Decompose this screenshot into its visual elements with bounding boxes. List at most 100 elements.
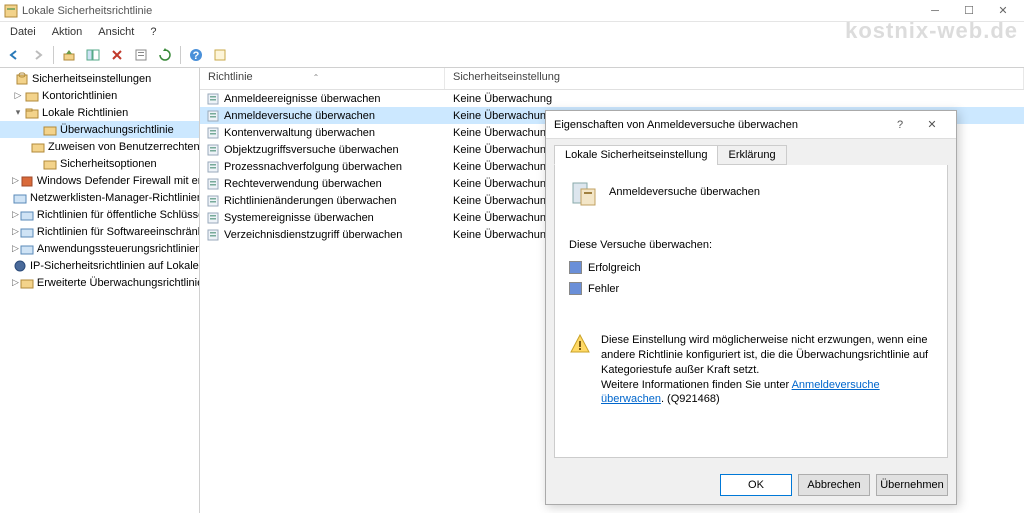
tree-label: Windows Defender Firewall mit erweit — [37, 175, 200, 187]
sort-indicator-icon: ⌃ — [313, 73, 320, 82]
expander-icon[interactable]: ▷ — [12, 226, 19, 237]
tree-pubkey[interactable]: ▷ Richtlinien für öffentliche Schlüssel — [0, 206, 199, 223]
menu-action[interactable]: Aktion — [44, 24, 91, 40]
checkbox-fail-row[interactable]: Fehler — [569, 282, 933, 295]
checkbox-success-label: Erfolgreich — [588, 262, 641, 274]
ok-button[interactable]: OK — [720, 474, 792, 496]
tree-software[interactable]: ▷ Richtlinien für Softwareeinschränkung — [0, 223, 199, 240]
column-setting[interactable]: Sicherheitseinstellung — [445, 68, 1024, 89]
expander-icon[interactable]: ▷ — [12, 277, 19, 288]
properties-dialog: Eigenschaften von Anmeldeversuche überwa… — [545, 110, 957, 505]
checkbox-icon[interactable] — [569, 282, 582, 295]
policy-name: Rechteverwendung überwachen — [224, 178, 445, 190]
toolbar-separator — [180, 46, 181, 64]
tab-local-setting[interactable]: Lokale Sicherheitseinstellung — [554, 145, 718, 165]
policy-name: Prozessnachverfolgung überwachen — [224, 161, 445, 173]
checkbox-success-row[interactable]: Erfolgreich — [569, 261, 933, 274]
checkbox-icon[interactable] — [569, 261, 582, 274]
tree-root[interactable]: Sicherheitseinstellungen — [0, 70, 199, 87]
up-button[interactable] — [58, 44, 80, 66]
warning-text: Diese Einstellung wird möglicherweise ni… — [601, 333, 933, 407]
warning-icon — [569, 333, 591, 355]
tree-label: Richtlinien für Softwareeinschränkung — [37, 226, 200, 238]
policy-name: Verzeichnisdienstzugriff überwachen — [224, 229, 445, 241]
dialog-help-button[interactable]: ? — [884, 112, 916, 138]
policy-icon — [206, 126, 220, 140]
tree-firewall[interactable]: ▷ Windows Defender Firewall mit erweit — [0, 172, 199, 189]
policy-name: Anmeldeereignisse überwachen — [224, 93, 445, 105]
tab-explain[interactable]: Erklärung — [717, 145, 786, 165]
policy-name: Richtlinienänderungen überwachen — [224, 195, 445, 207]
minimize-button[interactable]: ─ — [918, 1, 952, 21]
expander-icon[interactable]: ▷ — [12, 175, 19, 186]
dialog-tabs: Lokale Sicherheitseinstellung Erklärung — [546, 139, 956, 165]
firewall-icon — [20, 174, 34, 188]
folder-icon — [43, 157, 57, 171]
tree-rights[interactable]: Zuweisen von Benutzerrechten — [0, 138, 199, 155]
window-title: Lokale Sicherheitsrichtlinie — [22, 5, 918, 17]
tree-label: Erweiterte Überwachungsrichtlinienko — [37, 277, 200, 289]
tree-netlist[interactable]: Netzwerklisten-Manager-Richtlinien — [0, 189, 199, 206]
menubar: Datei Aktion Ansicht ? — [0, 22, 1024, 42]
policy-name: Kontenverwaltung überwachen — [224, 127, 445, 139]
tree-audit[interactable]: Überwachungsrichtlinie — [0, 121, 199, 138]
expander-icon[interactable]: ▷ — [12, 209, 19, 220]
close-button[interactable]: ✕ — [986, 1, 1020, 21]
folder-icon — [25, 89, 39, 103]
policy-large-icon — [569, 177, 599, 207]
apply-button[interactable]: Übernehmen — [876, 474, 948, 496]
delete-button[interactable] — [106, 44, 128, 66]
properties-button[interactable] — [130, 44, 152, 66]
dialog-buttons: OK Abbrechen Übernehmen — [546, 466, 956, 504]
show-hide-button[interactable] — [82, 44, 104, 66]
tree-label: Kontorichtlinien — [42, 90, 117, 102]
expander-icon[interactable]: ▾ — [12, 107, 24, 118]
expander-icon[interactable]: ▷ — [12, 90, 24, 101]
folder-icon — [20, 242, 34, 256]
dialog-warning: Diese Einstellung wird möglicherweise ni… — [569, 333, 933, 407]
policy-icon — [206, 177, 220, 191]
column-policy[interactable]: Richtlinie⌃ — [200, 68, 445, 89]
menu-file[interactable]: Datei — [2, 24, 44, 40]
dialog-titlebar: Eigenschaften von Anmeldeversuche überwa… — [546, 111, 956, 139]
tree-ipsec[interactable]: IP-Sicherheitsrichtlinien auf Lokaler C — [0, 257, 199, 274]
refresh-button[interactable] — [154, 44, 176, 66]
folder-open-icon — [25, 106, 39, 120]
policy-name: Anmeldeversuche überwachen — [224, 110, 445, 122]
dialog-close-button[interactable]: ✕ — [916, 112, 948, 138]
svg-text:?: ? — [193, 50, 200, 62]
tree-label: Zuweisen von Benutzerrechten — [48, 141, 200, 153]
tree-label: Anwendungssteuerungsrichtlinien — [37, 243, 200, 255]
maximize-button[interactable]: ☐ — [952, 1, 986, 21]
tree-advaudit[interactable]: ▷ Erweiterte Überwachungsrichtlinienko — [0, 274, 199, 291]
policy-setting: Keine Überwachung — [445, 93, 1024, 105]
policy-icon — [206, 211, 220, 225]
dialog-body: Anmeldeversuche überwachen Diese Versuch… — [554, 165, 948, 458]
help-button[interactable]: ? — [185, 44, 207, 66]
cancel-button[interactable]: Abbrechen — [798, 474, 870, 496]
tree-label: IP-Sicherheitsrichtlinien auf Lokaler C — [30, 260, 200, 272]
tree-label: Richtlinien für öffentliche Schlüssel — [37, 209, 200, 221]
tree-secopts[interactable]: Sicherheitsoptionen — [0, 155, 199, 172]
menu-help[interactable]: ? — [142, 24, 164, 40]
tree-account[interactable]: ▷ Kontorichtlinien — [0, 87, 199, 104]
toolbar: ? — [0, 42, 1024, 68]
policy-row[interactable]: Anmeldeereignisse überwachenKeine Überwa… — [200, 90, 1024, 107]
tree-appctl[interactable]: ▷ Anwendungssteuerungsrichtlinien — [0, 240, 199, 257]
export-button[interactable] — [209, 44, 231, 66]
tree-label: Sicherheitsoptionen — [60, 158, 157, 170]
security-icon — [15, 72, 29, 86]
tree-label: Sicherheitseinstellungen — [32, 73, 151, 85]
policy-icon — [206, 194, 220, 208]
menu-view[interactable]: Ansicht — [90, 24, 142, 40]
folder-icon — [13, 191, 27, 205]
expander-icon[interactable]: ▷ — [12, 243, 19, 254]
policy-icon — [206, 228, 220, 242]
dialog-title: Eigenschaften von Anmeldeversuche überwa… — [554, 119, 884, 131]
toolbar-separator — [53, 46, 54, 64]
tree-local[interactable]: ▾ Lokale Richtlinien — [0, 104, 199, 121]
dialog-section-label: Diese Versuche überwachen: — [569, 239, 933, 251]
back-button[interactable] — [3, 44, 25, 66]
app-icon — [4, 4, 18, 18]
forward-button[interactable] — [27, 44, 49, 66]
